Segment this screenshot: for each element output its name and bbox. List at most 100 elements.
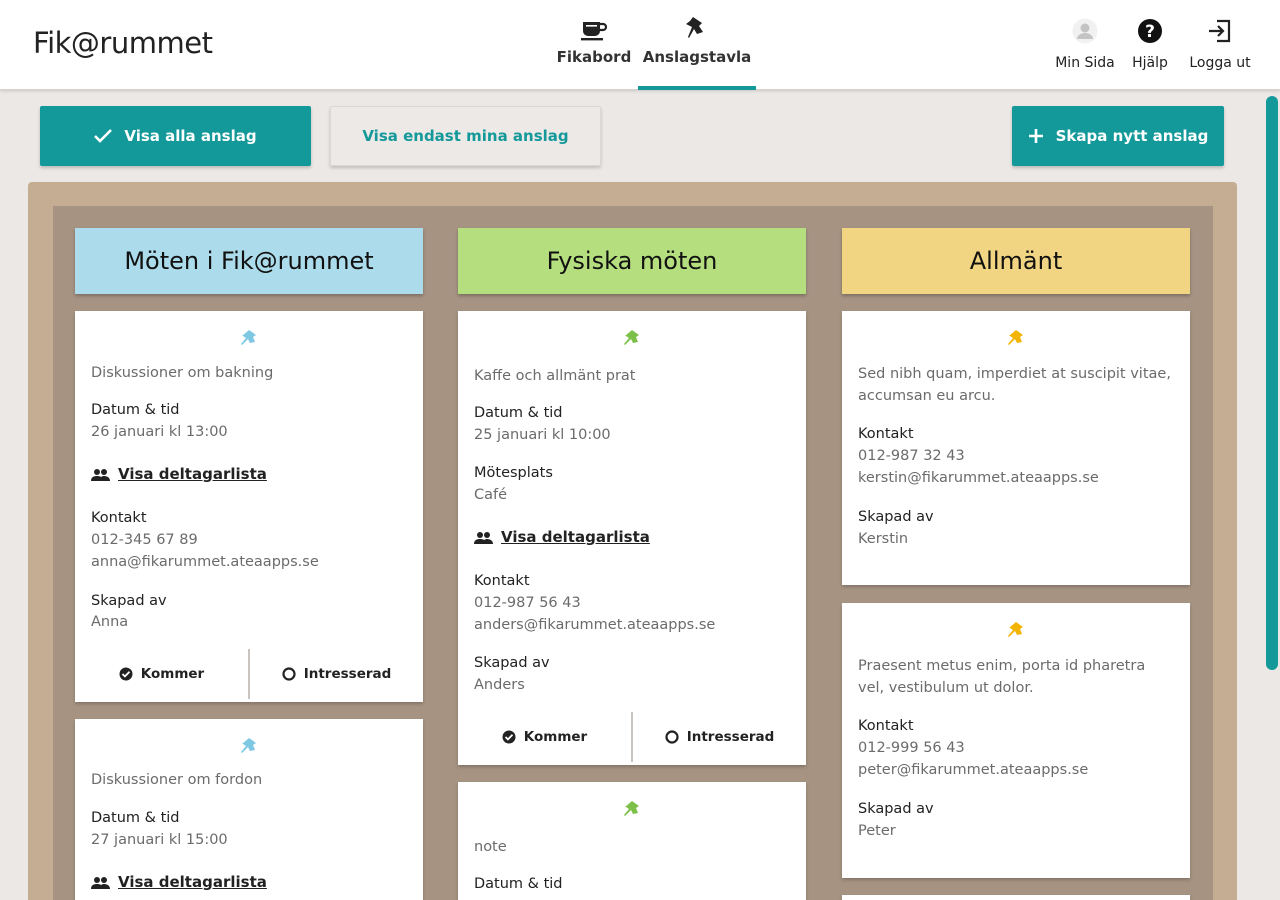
participants-link-label: Visa deltagarlista xyxy=(118,873,267,891)
created-by-label: Skapad av xyxy=(858,801,934,817)
circle-outline-icon xyxy=(665,730,679,744)
pushpin-yellow-icon xyxy=(842,619,1190,639)
top-bar: Fik@rummet Fikabord Anslagstavla Min Sid… xyxy=(0,0,1280,90)
pushpin-yellow-icon xyxy=(842,327,1190,347)
min-sida-link[interactable]: Min Sida xyxy=(1052,18,1118,71)
min-sida-label: Min Sida xyxy=(1055,55,1115,71)
created-by-label: Skapad av xyxy=(858,509,934,525)
created-by-value: Anders xyxy=(474,677,525,693)
attend-button[interactable]: Kommer xyxy=(458,712,631,762)
tab-anslagstavla[interactable]: Anslagstavla xyxy=(638,14,756,90)
people-icon xyxy=(91,468,110,481)
post-card[interactable]: Sed nibh quam, imperdiet at suscipit vit… xyxy=(842,311,1190,585)
created-by-label: Skapad av xyxy=(474,655,550,671)
logout-icon xyxy=(1207,18,1233,49)
contact-email: peter@fikarummet.ateaapps.se xyxy=(858,762,1089,778)
show-all-posts-label: Visa alla anslag xyxy=(124,127,257,145)
tab-fikabord[interactable]: Fikabord xyxy=(556,14,632,90)
help-link[interactable]: ? Hjälp xyxy=(1128,18,1172,71)
column-header-fysiska: Fysiska möten xyxy=(458,228,806,294)
post-card[interactable]: Praesent metus enim, porta id pharetra v… xyxy=(842,603,1190,878)
coffee-cup-icon xyxy=(579,14,609,44)
post-description: Diskussioner om fordon xyxy=(91,772,263,788)
show-my-posts-label: Visa endast mina anslag xyxy=(362,127,569,145)
card-actions: Kommer Intresserad xyxy=(458,712,806,762)
circle-outline-icon xyxy=(282,667,296,681)
post-card[interactable]: Diskussioner om bakning Datum & tid 26 j… xyxy=(75,311,423,702)
post-description: Kaffe och allmänt prat xyxy=(474,368,636,384)
check-circle-icon xyxy=(119,667,133,681)
contact-label: Kontakt xyxy=(858,718,914,734)
post-description: note xyxy=(474,839,507,855)
interested-button[interactable]: Intresserad xyxy=(250,649,423,699)
column-header-allmant: Allmänt xyxy=(842,228,1190,294)
attend-label: Kommer xyxy=(140,666,205,682)
contact-email: anders@fikarummet.ateaapps.se xyxy=(474,617,716,633)
logout-label: Logga ut xyxy=(1189,55,1251,71)
contact-label: Kontakt xyxy=(858,426,914,442)
attend-button[interactable]: Kommer xyxy=(75,649,248,699)
participants-link-label: Visa deltagarlista xyxy=(118,465,267,483)
interested-label: Intresserad xyxy=(303,666,392,682)
datetime-label: Datum & tid xyxy=(474,876,563,892)
created-by-value: Kerstin xyxy=(858,531,909,547)
participants-link[interactable]: Visa deltagarlista xyxy=(91,873,267,891)
column-header-moten: Möten i Fik@rummet xyxy=(75,228,423,294)
logout-link[interactable]: Logga ut xyxy=(1184,18,1256,71)
created-by-value: Peter xyxy=(858,823,896,839)
interested-label: Intresserad xyxy=(686,729,775,745)
post-card[interactable]: Diskussioner om fordon Datum & tid 27 ja… xyxy=(75,719,423,900)
people-icon xyxy=(91,876,110,889)
created-by-value: Anna xyxy=(91,614,129,630)
datetime-label: Datum & tid xyxy=(474,405,563,421)
place-value: Café xyxy=(474,487,508,503)
post-description: Sed nibh quam, imperdiet at suscipit vit… xyxy=(858,366,1171,404)
participants-link[interactable]: Visa deltagarlista xyxy=(474,528,650,546)
datetime-label: Datum & tid xyxy=(91,810,180,826)
pushpin-icon xyxy=(682,14,712,44)
contact-label: Kontakt xyxy=(91,510,147,526)
contact-email: kerstin@fikarummet.ateaapps.se xyxy=(858,470,1099,486)
post-description: Diskussioner om bakning xyxy=(91,365,274,381)
show-my-posts-button[interactable]: Visa endast mina anslag xyxy=(330,106,601,166)
pushpin-blue-icon xyxy=(75,735,423,755)
pushpin-green-icon xyxy=(458,798,806,818)
create-post-label: Skapa nytt anslag xyxy=(1055,127,1209,145)
participants-link-label: Visa deltagarlista xyxy=(501,528,650,546)
help-icon: ? xyxy=(1137,18,1163,49)
datetime-label: Datum & tid xyxy=(91,402,180,418)
card-actions: Kommer Intresserad xyxy=(75,649,423,699)
plus-icon xyxy=(1028,128,1044,144)
contact-phone: 012-987 32 43 xyxy=(858,448,965,464)
attend-label: Kommer xyxy=(523,729,588,745)
post-card[interactable]: Kaffe och allmänt prat Datum & tid 25 ja… xyxy=(458,311,806,765)
datetime-value: 26 januari kl 13:00 xyxy=(91,424,228,440)
pushpin-blue-icon xyxy=(75,327,423,347)
contact-label: Kontakt xyxy=(474,573,530,589)
people-icon xyxy=(474,531,493,544)
create-post-button[interactable]: Skapa nytt anslag xyxy=(1012,106,1224,166)
interested-button[interactable]: Intresserad xyxy=(633,712,806,762)
post-card[interactable] xyxy=(842,895,1190,900)
post-description: Praesent metus enim, porta id pharetra v… xyxy=(858,658,1146,696)
datetime-value: 27 januari kl 15:00 xyxy=(91,832,228,848)
contact-phone: 012-345 67 89 xyxy=(91,532,198,548)
avatar-icon xyxy=(1072,18,1098,49)
created-by-label: Skapad av xyxy=(91,593,167,609)
checkmark-icon xyxy=(94,129,113,143)
pushpin-green-icon xyxy=(458,327,806,347)
vertical-scrollbar[interactable] xyxy=(1266,96,1278,670)
post-card[interactable]: note Datum & tid xyxy=(458,782,806,900)
participants-link[interactable]: Visa deltagarlista xyxy=(91,465,267,483)
contact-phone: 012-999 56 43 xyxy=(858,740,965,756)
datetime-value: 25 januari kl 10:00 xyxy=(474,427,611,443)
tab-anslagstavla-label: Anslagstavla xyxy=(642,48,752,66)
contact-phone: 012-987 56 43 xyxy=(474,595,581,611)
show-all-posts-button[interactable]: Visa alla anslag xyxy=(40,106,311,166)
svg-text:?: ? xyxy=(1145,22,1155,42)
help-label: Hjälp xyxy=(1132,55,1168,71)
place-label: Mötesplats xyxy=(474,465,553,481)
app-title: Fik@rummet xyxy=(33,26,213,60)
check-circle-icon xyxy=(502,730,516,744)
tab-fikabord-label: Fikabord xyxy=(556,48,632,66)
